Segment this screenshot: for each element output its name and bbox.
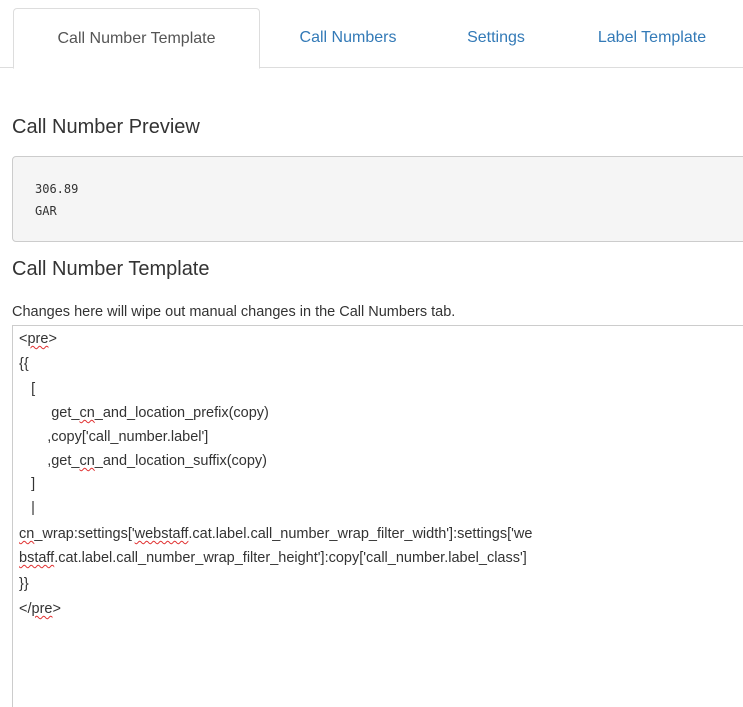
spellcheck-flag: cn [79, 405, 95, 421]
spellcheck-flag: pre [31, 601, 53, 617]
spellcheck-flag: bstaff [19, 550, 55, 566]
tab-call-number-template[interactable]: Call Number Template [13, 8, 260, 69]
code-line: {{ [19, 356, 29, 372]
template-textarea[interactable]: <pre> {{ [ get_cn_and_location_prefix(co… [12, 325, 743, 707]
code-line: get_cn_and_location_prefix(copy) [19, 405, 269, 421]
tab-call-numbers[interactable]: Call Numbers [268, 8, 428, 68]
code-line: ,get_cn_and_location_suffix(copy) [19, 453, 268, 469]
tab-bar: Call Number Template Call Numbers Settin… [0, 0, 743, 69]
tab-settings[interactable]: Settings [438, 8, 554, 68]
code-line: <pre> [19, 331, 57, 347]
code-line: | [19, 500, 35, 516]
template-help-text: Changes here will wipe out manual change… [12, 304, 456, 320]
code-line: [ [19, 381, 36, 397]
tab-label-template[interactable]: Label Template [564, 8, 740, 68]
preview-line: GAR [35, 204, 57, 218]
code-line: ] [19, 476, 36, 492]
spellcheck-flag: cn [19, 526, 35, 542]
spellcheck-flag: webstaff [134, 526, 189, 542]
code-line: bstaff.cat.label.call_number_wrap_filter… [19, 550, 527, 566]
code-line: cn_wrap:settings['webstaff.cat.label.cal… [19, 526, 533, 542]
code-line: }} [19, 576, 29, 592]
call-number-preview: 306.89 GAR [12, 156, 743, 242]
code-line: ,copy['call_number.label'] [19, 429, 209, 445]
preview-heading: Call Number Preview [12, 116, 200, 138]
code-line: </pre> [19, 601, 61, 617]
spellcheck-flag: cn [79, 453, 95, 469]
call-number-template-page: Call Number Template Call Numbers Settin… [0, 0, 743, 707]
spellcheck-flag: pre [27, 331, 49, 347]
preview-line: 306.89 [35, 182, 79, 196]
template-heading: Call Number Template [12, 258, 210, 280]
